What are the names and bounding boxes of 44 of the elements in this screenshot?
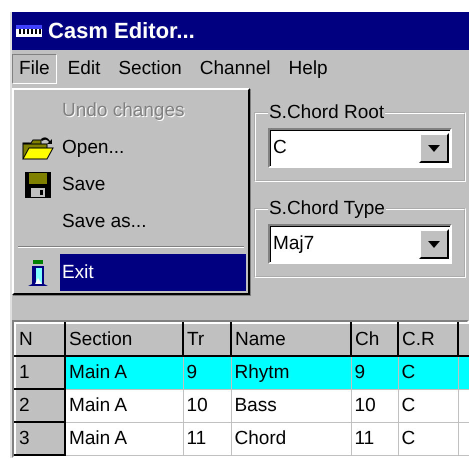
keyboard-icon: [16, 25, 42, 37]
chord-type-dropdown[interactable]: Maj7: [268, 224, 452, 264]
menu-entry[interactable]: Open...: [60, 129, 246, 166]
menu-entry[interactable]: Exit: [60, 254, 246, 291]
dropdown-button[interactable]: [419, 133, 449, 163]
row-header[interactable]: 2: [15, 389, 65, 422]
column-header[interactable]: Tr: [183, 323, 231, 356]
menu-item[interactable]: Edit: [60, 54, 108, 84]
menu-entry[interactable]: Save as...: [60, 203, 246, 240]
folder-icon: [21, 134, 55, 160]
column-header[interactable]: Section: [65, 323, 183, 356]
table-cell: 10: [183, 389, 231, 422]
row-header[interactable]: 1: [15, 356, 65, 389]
menu-item[interactable]: Section: [111, 54, 189, 84]
table-cell: C: [398, 389, 458, 422]
menu-item[interactable]: Channel: [192, 54, 278, 84]
menu-item[interactable]: Help: [282, 54, 335, 84]
chord-root-dropdown[interactable]: C: [268, 128, 452, 168]
table-cell: Main A: [65, 356, 183, 389]
menu-entry[interactable]: Save: [60, 166, 246, 203]
row-header[interactable]: 3: [15, 422, 65, 455]
column-header[interactable]: C.R: [398, 323, 458, 356]
table-cell: 11: [183, 422, 231, 455]
table-cell: Rhytm: [231, 356, 351, 389]
table-cell: Bass: [231, 389, 351, 422]
table-cell: 11: [351, 422, 398, 455]
dropdown-button[interactable]: [419, 229, 449, 259]
menu-item[interactable]: File: [12, 54, 57, 84]
table-cell: Main A: [65, 389, 183, 422]
table-cell: 10: [351, 389, 398, 422]
caret-icon: [428, 144, 440, 152]
table-cell: C: [398, 422, 458, 455]
window-title: Casm Editor...: [48, 18, 195, 44]
table-cell: Chord: [231, 422, 351, 455]
group-label: S.Chord Root: [268, 102, 386, 124]
caret-icon: [428, 240, 440, 248]
group-label: S.Chord Type: [268, 198, 386, 220]
table-cell: 9: [183, 356, 231, 389]
column-header[interactable]: Name: [231, 323, 351, 356]
table-cell: C: [398, 356, 458, 389]
column-header[interactable]: N: [15, 323, 65, 356]
column-header[interactable]: Ch: [351, 323, 398, 356]
table-cell: Main A: [65, 422, 183, 455]
table-cell: 9: [351, 356, 398, 389]
